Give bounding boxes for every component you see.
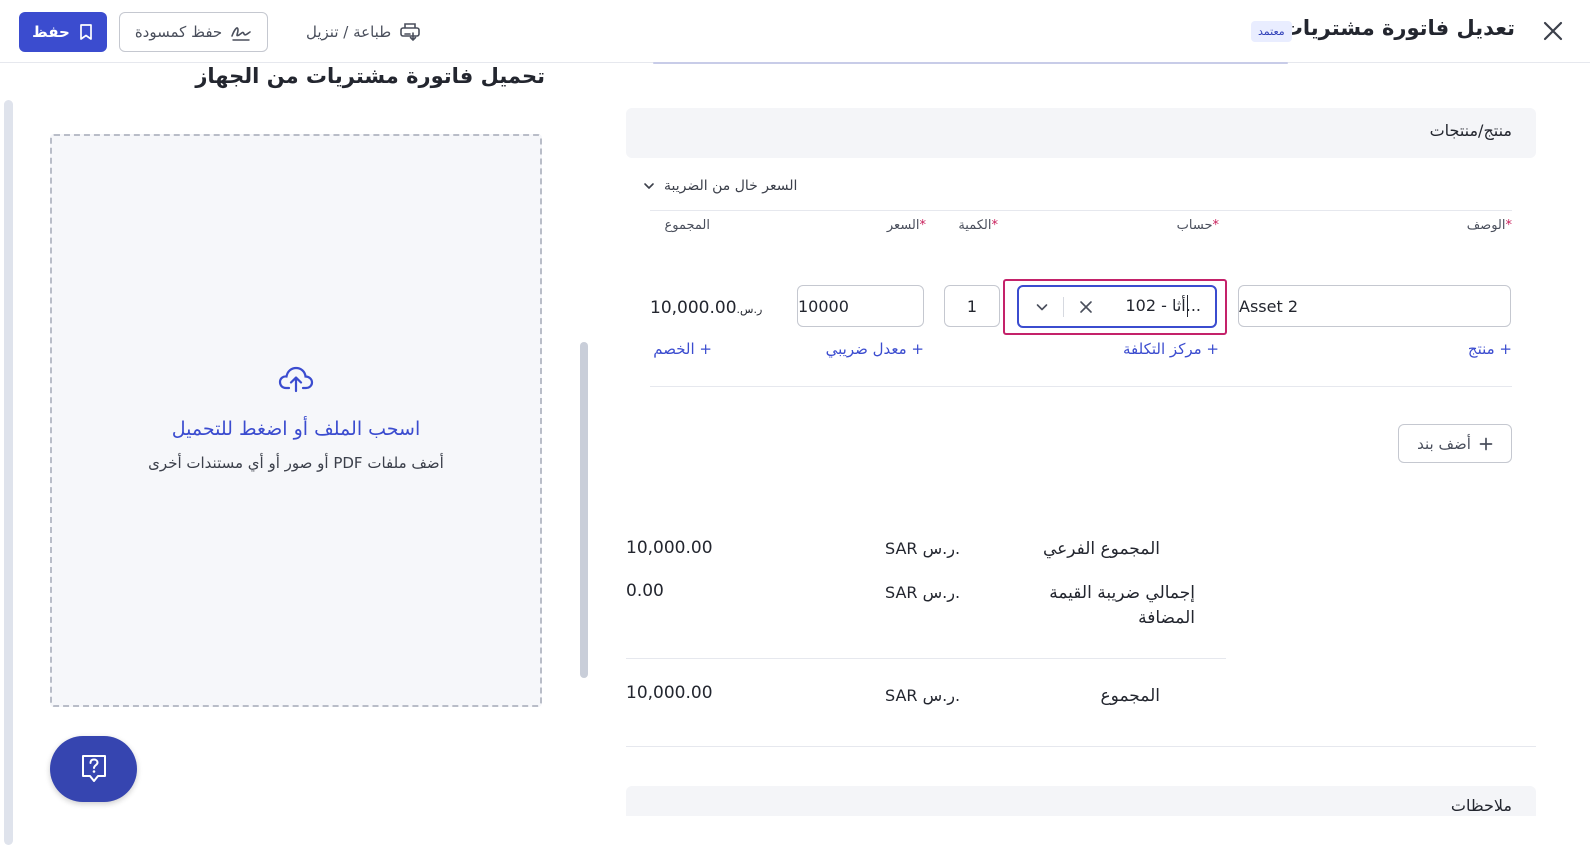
printer-download-icon [400,23,420,42]
description-input[interactable]: Asset 2 [1238,285,1511,327]
vat-total-currency: SAR ر.س. [885,583,961,602]
cloud-upload-icon [278,364,314,394]
add-tax-rate-link[interactable]: + معدل ضريبي [810,340,924,358]
status-badge: معتمد [1251,21,1292,42]
add-cost-center-link[interactable]: + مركز التكلفة [1100,340,1219,358]
total-label: المجموع [1100,686,1160,706]
add-product-link[interactable]: + منتج [1440,340,1512,358]
select-separator [1063,297,1064,317]
column-header-account: *حساب [1176,218,1220,233]
dropzone-sub-text: أضف ملفات PDF أو صور أو أي مستندات أخرى [148,454,444,472]
required-mark: * [1212,218,1220,233]
price-input[interactable]: 10000 [797,285,924,327]
line-total-value: 10,000.00 [650,298,737,318]
save-label: حفظ [32,23,70,41]
scrollbar-thumb[interactable] [580,342,588,678]
divider [650,386,1512,387]
save-button[interactable]: حفظ [19,12,107,52]
notes-section-title: ملاحظات [1450,796,1512,815]
quantity-value: 1 [966,296,978,316]
print-download-label: طباعة / تنزيل [306,23,392,41]
products-section-title: منتج/منتجات [1429,121,1512,140]
divider [626,658,1226,659]
bookmark-icon [79,24,92,40]
price-value: 10000 [798,296,849,316]
add-discount-link[interactable]: + الخصم [650,340,712,358]
page-header: تعديل فاتورة مشتريات معتمد طباعة / تنزيل… [0,0,1590,63]
save-draft-label: حفظ كمسودة [134,23,223,41]
line-total-currency: ر.س. [736,303,763,316]
column-header-price: *السعر [886,218,927,233]
save-draft-button[interactable]: حفظ كمسودة [119,12,268,52]
tax-mode-label: السعر خال من الضريبة [664,178,798,194]
required-mark: * [991,218,999,233]
add-line-label: أضف بند [1417,434,1471,453]
help-button[interactable] [50,736,137,802]
account-value: 102 - أثا... [1125,296,1201,315]
vat-total-label: إجمالي ضريبة القيمة المضافة [1049,583,1195,628]
required-mark: * [919,218,927,233]
column-header-description: *الوصف [1466,218,1513,233]
divider [626,746,1536,747]
close-button[interactable] [1538,16,1568,46]
description-value: Asset 2 [1239,296,1298,316]
required-mark: * [1505,218,1513,233]
vat-total-amount: 0.00 [626,581,664,601]
total-currency: SAR ر.س. [885,686,961,705]
account-dropdown-toggle[interactable] [1034,299,1050,315]
chevron-down-icon [644,183,654,189]
previous-field-edge [653,62,1288,64]
line-total: ر.س.10,000.00 [650,298,764,318]
chevron-down-icon [1036,304,1048,311]
clear-account-button[interactable] [1077,298,1095,316]
subtotal-amount: 10,000.00 [626,538,713,558]
dropzone-main-text: اسحب الملف أو اضغط للتحميل [171,418,421,440]
upload-title: تحميل فاتورة مشتريات من الجهاز [195,64,545,88]
subtotal-currency: SAR ر.س. [885,539,961,558]
divider [650,210,1512,211]
quantity-input[interactable]: 1 [944,285,1000,327]
x-icon [1080,301,1092,313]
page-title: تعديل فاتورة مشتريات [1281,16,1515,40]
column-header-quantity: *الكمية [958,218,999,233]
print-download-button[interactable]: طباعة / تنزيل [306,19,421,45]
text-caret [1187,295,1188,317]
subtotal-label: المجموع الفرعي [1042,539,1160,559]
plus-icon [1479,437,1493,450]
signature-icon [231,27,251,41]
left-panel-edge [4,100,13,845]
close-icon [1543,21,1563,41]
column-header-total: المجموع [664,218,710,233]
help-chat-icon [81,755,106,782]
account-select[interactable]: 102 - أثا... [1017,285,1217,328]
total-amount: 10,000.00 [626,683,713,703]
tax-mode-dropdown[interactable]: السعر خال من الضريبة [642,178,797,194]
add-line-button[interactable]: أضف بند [1398,424,1512,463]
